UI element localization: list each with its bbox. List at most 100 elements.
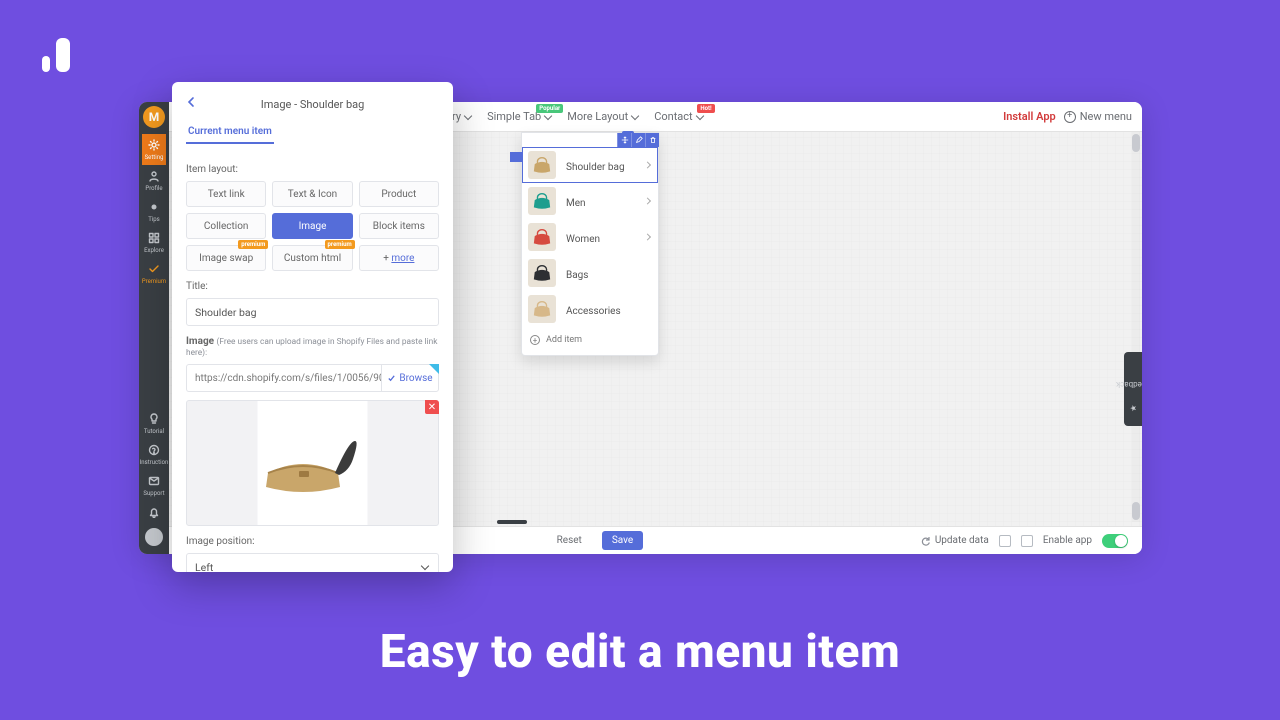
layout-label: Collection bbox=[204, 221, 249, 232]
bulb-icon bbox=[148, 413, 160, 425]
flyout-item-shoulder-bag[interactable]: Shoulder bag bbox=[522, 147, 658, 183]
position-value: Left bbox=[195, 561, 213, 573]
layout-text-icon[interactable]: Text & Icon bbox=[272, 181, 352, 207]
sidebar-item-label: Premium bbox=[142, 278, 166, 285]
section-tab[interactable]: Current menu item bbox=[186, 122, 274, 144]
update-data-button[interactable]: Update data bbox=[921, 535, 989, 546]
resize-handle[interactable] bbox=[497, 520, 527, 524]
menu-label: Contact bbox=[654, 110, 692, 123]
tagline: Easy to edit a menu item bbox=[0, 625, 1280, 679]
external-icon[interactable] bbox=[1021, 535, 1033, 547]
layout-collection[interactable]: Collection bbox=[186, 213, 266, 239]
reset-button[interactable]: Reset bbox=[547, 531, 592, 550]
chevron-down-icon bbox=[421, 562, 429, 570]
item-editor-panel: Image - Shoulder bag Current menu item I… bbox=[172, 82, 453, 572]
gear-icon bbox=[148, 139, 160, 151]
flyout-item-bags[interactable]: Bags bbox=[522, 255, 658, 291]
move-icon[interactable] bbox=[617, 133, 631, 147]
dot-icon bbox=[148, 201, 160, 213]
layout-block-items[interactable]: Block items bbox=[359, 213, 439, 239]
help-icon bbox=[148, 444, 160, 456]
flyout-item-women[interactable]: Women bbox=[522, 219, 658, 255]
avatar[interactable] bbox=[145, 528, 163, 546]
new-menu-button[interactable]: + New menu bbox=[1064, 110, 1132, 123]
edit-icon[interactable] bbox=[631, 133, 645, 147]
layout-label: + more bbox=[383, 253, 414, 264]
layout-image[interactable]: Image bbox=[272, 213, 352, 239]
item-toolbar bbox=[617, 133, 659, 147]
title-input[interactable]: Shoulder bag bbox=[186, 298, 439, 326]
item-thumbnail bbox=[528, 259, 556, 287]
layout-label: Custom html bbox=[284, 253, 341, 264]
menu-contact[interactable]: ContactHot! bbox=[648, 102, 708, 132]
sidebar-item-tips[interactable]: Tips bbox=[142, 196, 166, 227]
add-item-button[interactable]: + Add item bbox=[522, 327, 658, 349]
update-label: Update data bbox=[935, 535, 989, 546]
menu-more-layout[interactable]: More Layout bbox=[561, 102, 644, 132]
item-label: Shoulder bag bbox=[566, 162, 625, 173]
image-url-input[interactable]: https://cdn.shopify.com/s/files/1/0056/9… bbox=[186, 364, 381, 392]
sidebar-item-tutorial[interactable]: Tutorial bbox=[140, 408, 169, 439]
item-thumbnail bbox=[528, 295, 556, 323]
chevron-right-icon bbox=[644, 197, 651, 204]
chevron-right-icon bbox=[644, 233, 651, 240]
layout-label: Text & Icon bbox=[288, 189, 337, 200]
premium-badge: premium bbox=[325, 240, 355, 249]
item-label: Women bbox=[566, 234, 600, 245]
layout-label: Block items bbox=[373, 221, 425, 232]
grid-icon bbox=[148, 232, 160, 244]
sidebar: M SettingProfileTipsExplorePremium Tutor… bbox=[139, 102, 169, 554]
image-position-select[interactable]: Left bbox=[186, 553, 439, 572]
image-label: Image (Free users can upload image in Sh… bbox=[186, 336, 439, 358]
layout-custom-html[interactable]: Custom htmlpremium bbox=[272, 245, 352, 271]
title-label: Title: bbox=[186, 281, 439, 292]
badge: Hot! bbox=[697, 104, 714, 113]
menu-label: Simple Tab bbox=[487, 110, 541, 123]
sidebar-item-label: Instruction bbox=[140, 459, 169, 466]
check-icon bbox=[148, 263, 160, 275]
layout-label: Product bbox=[381, 189, 416, 200]
save-button[interactable]: Save bbox=[602, 531, 643, 550]
enable-app-toggle[interactable] bbox=[1102, 534, 1128, 548]
layout-text-link[interactable]: Text link bbox=[186, 181, 266, 207]
enable-app-label: Enable app bbox=[1043, 535, 1092, 546]
sidebar-item-label: Setting bbox=[145, 154, 164, 161]
browse-button[interactable]: Browse bbox=[381, 364, 439, 392]
scrollbar[interactable] bbox=[1132, 132, 1140, 522]
new-menu-label: New menu bbox=[1080, 110, 1132, 123]
sidebar-item-setting[interactable]: Setting bbox=[142, 134, 166, 165]
delete-icon[interactable] bbox=[645, 133, 659, 147]
feedback-tab[interactable]: ★ Feedback bbox=[1124, 352, 1142, 426]
item-label: Men bbox=[566, 198, 586, 209]
layout-label: Item layout: bbox=[186, 164, 439, 175]
flyout-item-men[interactable]: Men bbox=[522, 183, 658, 219]
chevron-down-icon bbox=[464, 111, 472, 119]
sidebar-item-bell[interactable] bbox=[140, 501, 169, 522]
layout--more[interactable]: + more bbox=[359, 245, 439, 271]
premium-badge: premium bbox=[238, 240, 268, 249]
sidebar-item-support[interactable]: Support bbox=[140, 470, 169, 501]
menu-simple-tab[interactable]: Simple TabPopular bbox=[481, 102, 557, 132]
flyout-item-accessories[interactable]: Accessories bbox=[522, 291, 658, 327]
remove-image-button[interactable]: ✕ bbox=[425, 400, 439, 414]
plus-icon: + bbox=[530, 335, 540, 345]
item-label: Accessories bbox=[566, 306, 621, 317]
back-button[interactable] bbox=[186, 96, 200, 110]
item-thumbnail bbox=[528, 151, 556, 179]
sidebar-item-premium[interactable]: Premium bbox=[142, 258, 166, 289]
layout-image-swap[interactable]: Image swappremium bbox=[186, 245, 266, 271]
download-icon[interactable] bbox=[999, 535, 1011, 547]
item-thumbnail bbox=[528, 223, 556, 251]
plus-icon: + bbox=[1064, 111, 1076, 123]
chevron-down-icon bbox=[544, 111, 552, 119]
sidebar-item-profile[interactable]: Profile bbox=[142, 165, 166, 196]
sidebar-item-instruction[interactable]: Instruction bbox=[140, 439, 169, 470]
layout-product[interactable]: Product bbox=[359, 181, 439, 207]
user-icon bbox=[148, 170, 160, 182]
sidebar-item-label: Support bbox=[143, 490, 164, 497]
item-thumbnail bbox=[528, 187, 556, 215]
install-app-link[interactable]: Install App bbox=[1003, 110, 1056, 123]
feedback-label: Feedback bbox=[1116, 379, 1142, 388]
sidebar-item-explore[interactable]: Explore bbox=[142, 227, 166, 258]
chevron-down-icon bbox=[695, 111, 703, 119]
